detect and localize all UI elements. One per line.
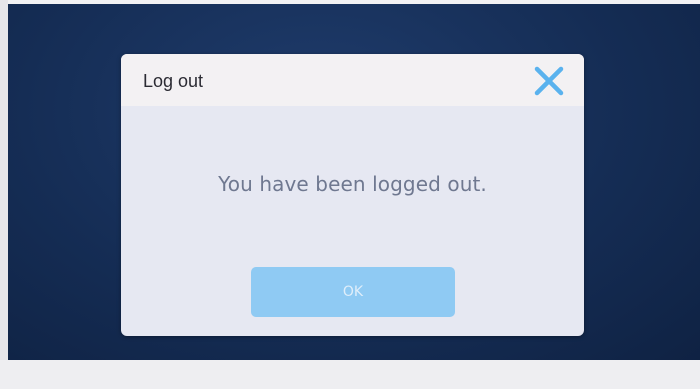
close-icon bbox=[534, 66, 564, 96]
dialog-message: You have been logged out. bbox=[218, 172, 487, 196]
screen: Log out You have been logged out. OK bbox=[0, 0, 700, 389]
screen-bezel-bottom bbox=[0, 360, 700, 389]
close-button[interactable] bbox=[531, 64, 567, 98]
dialog-header: Log out bbox=[121, 54, 584, 106]
screen-bezel-left bbox=[0, 0, 8, 389]
logout-dialog: Log out You have been logged out. OK bbox=[121, 54, 584, 336]
dialog-title: Log out bbox=[143, 71, 204, 91]
ok-button[interactable]: OK bbox=[251, 267, 455, 317]
